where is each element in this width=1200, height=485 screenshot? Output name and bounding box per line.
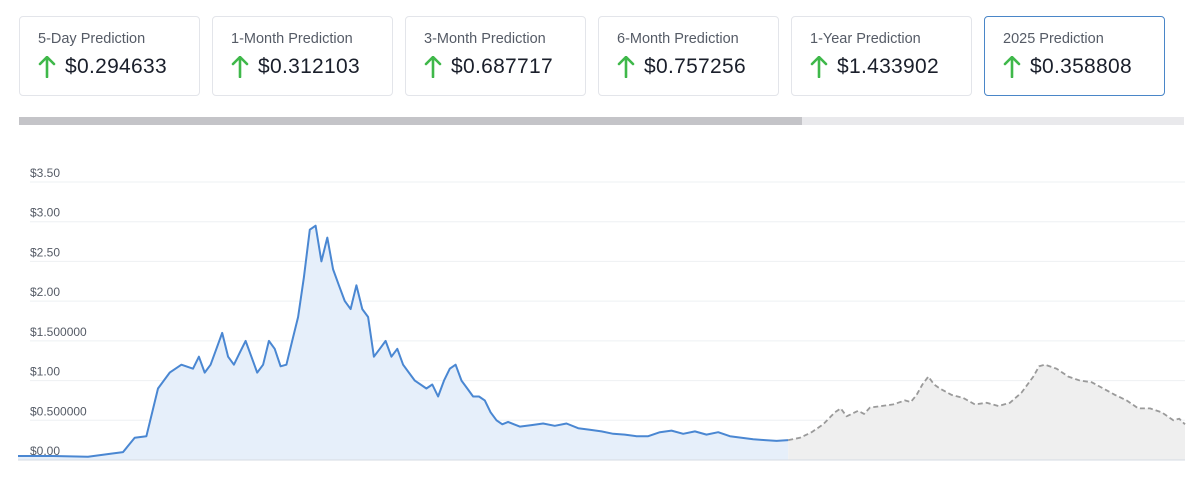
y-tick-label: $3.00: [30, 206, 60, 220]
up-arrow-icon: [810, 56, 828, 78]
up-arrow-icon: [1003, 56, 1021, 78]
card-value: $0.294633: [65, 55, 167, 78]
y-tick-label: $3.50: [30, 166, 60, 180]
card-label: 3-Month Prediction: [424, 31, 546, 47]
card-1-month-prediction[interactable]: 1-Month Prediction $0.312103: [212, 16, 393, 96]
card-value: $0.687717: [451, 55, 553, 78]
forecast-area-fill: [788, 364, 1185, 460]
card-6-month-prediction[interactable]: 6-Month Prediction $0.757256: [598, 16, 779, 96]
card-label: 6-Month Prediction: [617, 31, 739, 47]
up-arrow-icon: [617, 56, 635, 78]
y-tick-label: $0.500000: [30, 404, 87, 418]
up-arrow-icon: [231, 56, 249, 78]
up-arrow-icon: [424, 56, 442, 78]
historical-area-fill: [18, 225, 789, 460]
card-value: $1.433902: [837, 55, 939, 78]
scrollbar-thumb[interactable]: [19, 117, 802, 125]
card-value: $0.757256: [644, 55, 746, 78]
up-arrow-icon: [38, 56, 56, 78]
y-tick-label: $1.00: [30, 365, 60, 379]
y-tick-label: $1.500000: [30, 325, 87, 339]
card-label: 1-Year Prediction: [810, 31, 921, 47]
card-value: $0.358808: [1030, 55, 1132, 78]
card-label: 2025 Prediction: [1003, 31, 1104, 47]
chart-scrollbar[interactable]: [19, 117, 1184, 125]
y-tick-label: $2.50: [30, 245, 60, 259]
y-tick-label: $2.00: [30, 285, 60, 299]
card-1-year-prediction[interactable]: 1-Year Prediction $1.433902: [791, 16, 972, 96]
card-2025-prediction[interactable]: 2025 Prediction $0.358808: [984, 16, 1165, 96]
card-3-month-prediction[interactable]: 3-Month Prediction $0.687717: [405, 16, 586, 96]
card-label: 5-Day Prediction: [38, 31, 146, 47]
card-5-day-prediction[interactable]: 5-Day Prediction $0.294633: [19, 16, 200, 96]
card-label: 1-Month Prediction: [231, 31, 353, 47]
price-chart: $0.00$0.500000$1.00$1.500000$2.00$2.50$3…: [18, 166, 1186, 461]
card-value: $0.312103: [258, 55, 360, 78]
prediction-cards: 5-Day Prediction $0.294633 1-Month Predi…: [19, 16, 1165, 96]
